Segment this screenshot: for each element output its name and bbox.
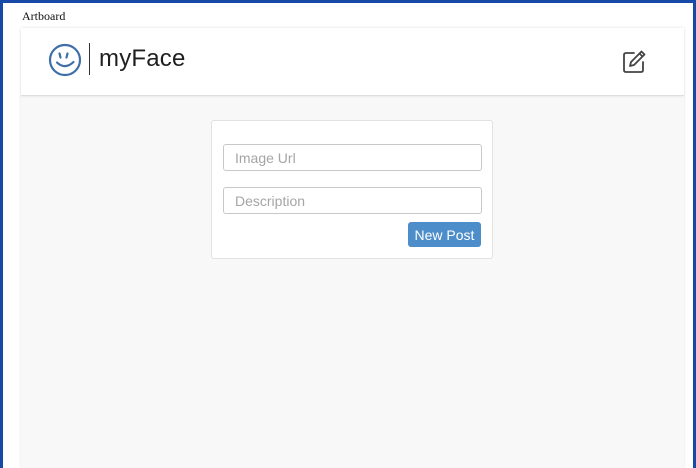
description-input[interactable] [223, 187, 482, 214]
image-url-input[interactable] [223, 144, 482, 171]
brand-name[interactable]: myFace [99, 45, 186, 73]
edit-icon[interactable] [621, 49, 647, 75]
artboard: myFace New Post [21, 28, 684, 468]
new-post-button[interactable]: New Post [408, 222, 481, 247]
artboard-label: Artboard [22, 9, 66, 23]
smiley-face-icon [48, 43, 82, 77]
brand-divider [89, 43, 90, 75]
navbar: myFace [21, 28, 684, 96]
new-post-card: New Post [211, 120, 493, 259]
design-canvas: Artboard myFace New Post [3, 3, 693, 468]
